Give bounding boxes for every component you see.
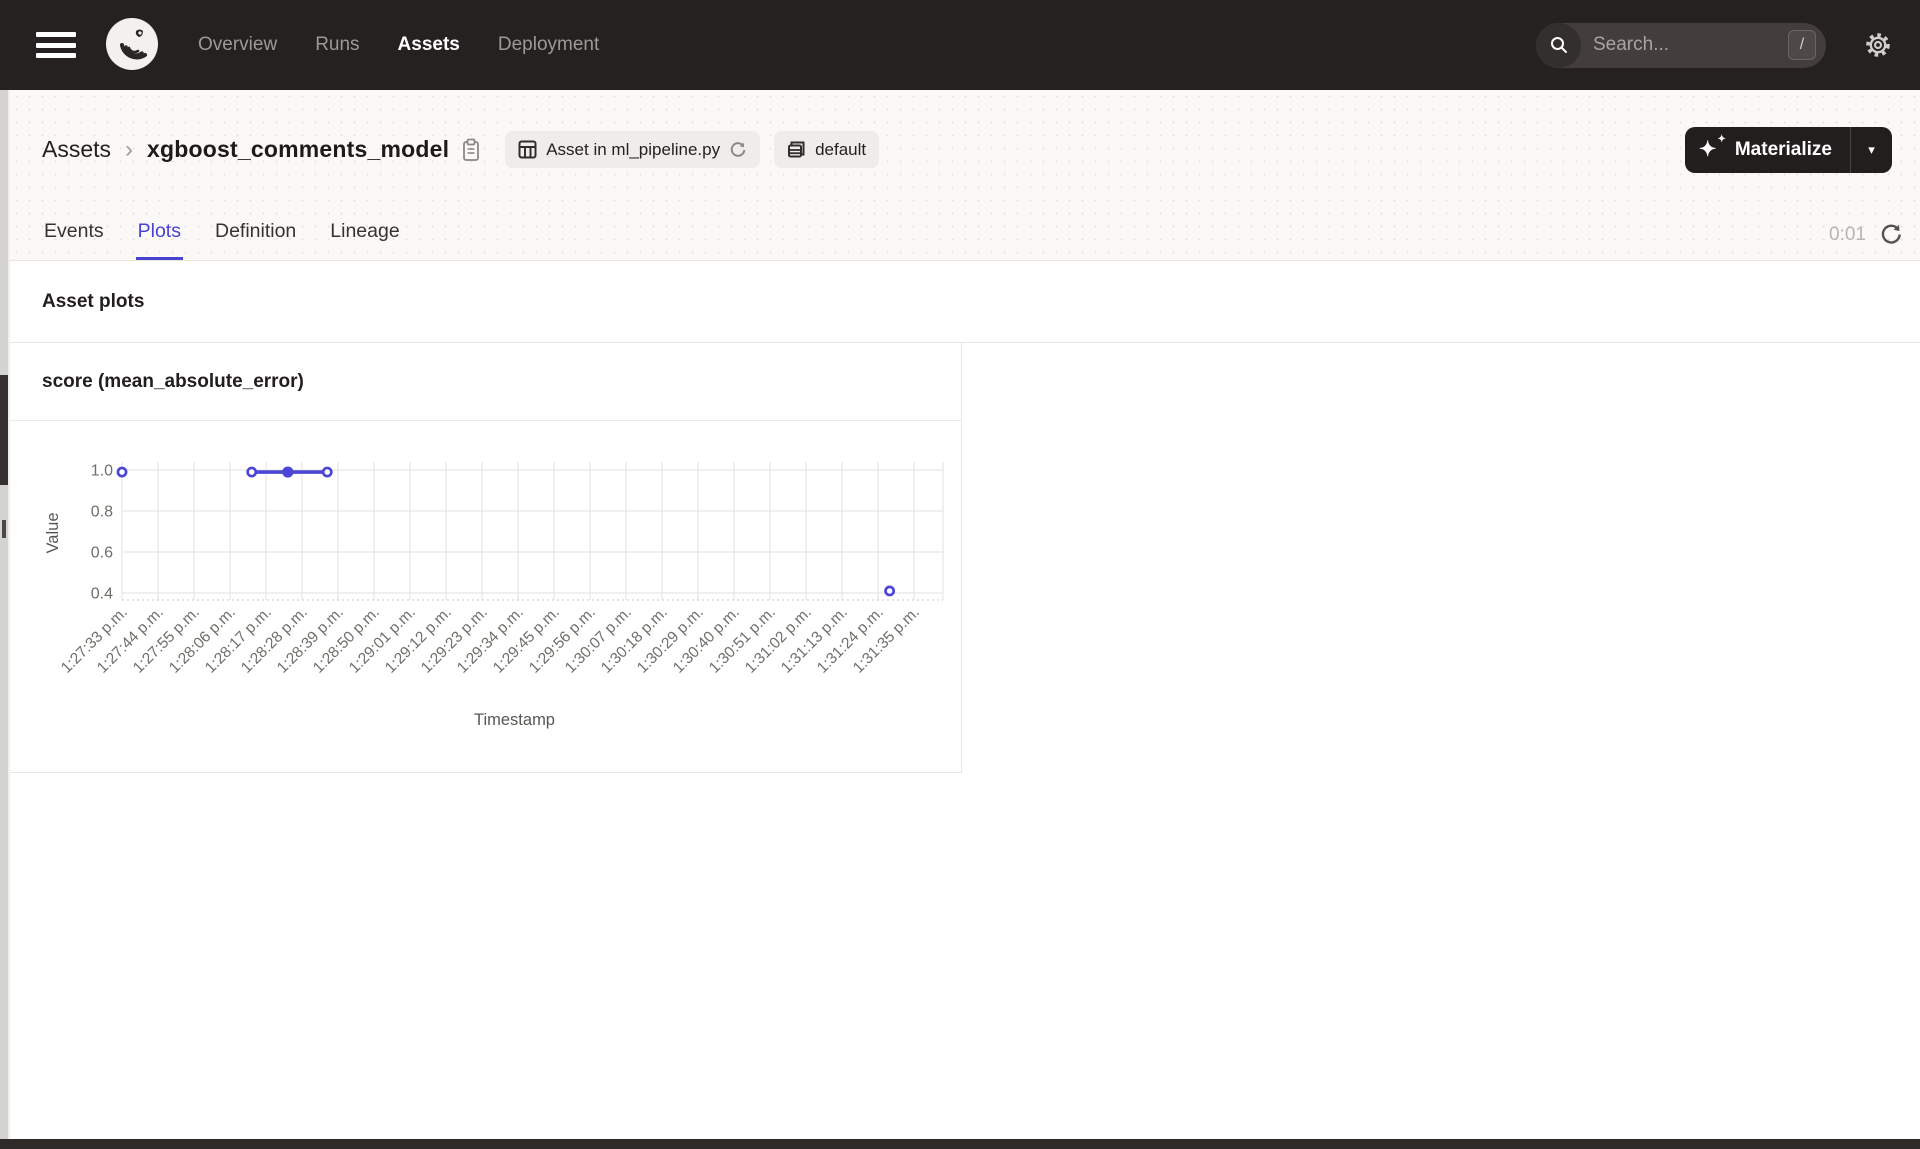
materialize-label: Materialize: [1734, 138, 1832, 160]
tab-events[interactable]: Events: [42, 220, 106, 260]
background-bottom-strip: [0, 1139, 1920, 1149]
page-title: xgboost_comments_model: [147, 136, 450, 162]
svg-text:1.0: 1.0: [91, 463, 113, 480]
search-input[interactable]: Search... /: [1536, 22, 1826, 68]
code-location-chip[interactable]: Asset in ml_pipeline.py: [505, 131, 761, 168]
tab-definition[interactable]: Definition: [213, 220, 298, 260]
dagster-app-window: Overview Runs Assets Deployment Search..…: [0, 0, 1920, 1149]
search-shortcut-badge: /: [1788, 30, 1816, 60]
svg-text:Timestamp: Timestamp: [474, 711, 555, 729]
asset-group-label: default: [815, 139, 867, 159]
refresh-icon[interactable]: [1880, 223, 1903, 246]
asset-plots-section: Asset plots: [10, 261, 1920, 343]
svg-text:Value: Value: [44, 513, 62, 554]
nav-item-overview[interactable]: Overview: [198, 34, 277, 56]
svg-text:0.4: 0.4: [91, 586, 113, 603]
asset-group-icon: [788, 141, 805, 158]
materialize-dropdown-caret[interactable]: ▾: [1850, 126, 1892, 173]
asset-page-header: Assets › xgboost_comments_model Asset in…: [10, 90, 1920, 261]
breadcrumb-separator: ›: [125, 135, 134, 163]
tab-lineage[interactable]: Lineage: [328, 220, 401, 260]
hamburger-menu-icon[interactable]: [36, 32, 76, 58]
top-nav: Overview Runs Assets Deployment Search..…: [0, 0, 1920, 90]
svg-text:0.6: 0.6: [91, 545, 113, 562]
nav-links: Overview Runs Assets Deployment: [198, 34, 599, 56]
plot-title: score (mean_absolute_error): [42, 370, 304, 392]
asset-plot-chart: 1:27:33 p.m.1:27:44 p.m.1:27:55 p.m.1:28…: [44, 462, 944, 729]
page-content: Assets › xgboost_comments_model Asset in…: [10, 90, 1920, 773]
reload-location-icon: [730, 141, 746, 157]
asset-group-chip[interactable]: default: [774, 131, 880, 168]
dagster-logo-icon[interactable]: [102, 15, 162, 75]
search-icon: [1536, 22, 1581, 68]
settings-gear-icon[interactable]: [1864, 31, 1892, 59]
breadcrumb: Assets › xgboost_comments_model Asset in…: [10, 90, 1920, 185]
asset-tabs: Events Plots Definition Lineage 0:01: [10, 185, 1920, 260]
table-icon: [518, 140, 537, 159]
section-heading: Asset plots: [42, 290, 145, 312]
copy-asset-name-icon[interactable]: [461, 138, 481, 162]
code-location-label: Asset in ml_pipeline.py: [546, 139, 721, 159]
nav-item-deployment[interactable]: Deployment: [498, 34, 599, 56]
nav-item-runs[interactable]: Runs: [315, 34, 359, 56]
breadcrumb-assets-link[interactable]: Assets: [42, 136, 111, 163]
tab-plots[interactable]: Plots: [135, 220, 183, 260]
nav-item-assets[interactable]: Assets: [398, 34, 460, 56]
svg-text:0.8: 0.8: [91, 504, 113, 521]
sparkles-icon: ✦ ✦: [1698, 133, 1726, 161]
search-placeholder: Search...: [1593, 34, 1670, 55]
background-window-sliver: [0, 90, 10, 1139]
refresh-timer: 0:01: [1829, 223, 1866, 245]
plot-card: score (mean_absolute_error) 1:27:33 p.m.…: [10, 343, 962, 773]
materialize-button[interactable]: ✦ ✦ Materialize: [1684, 126, 1850, 173]
